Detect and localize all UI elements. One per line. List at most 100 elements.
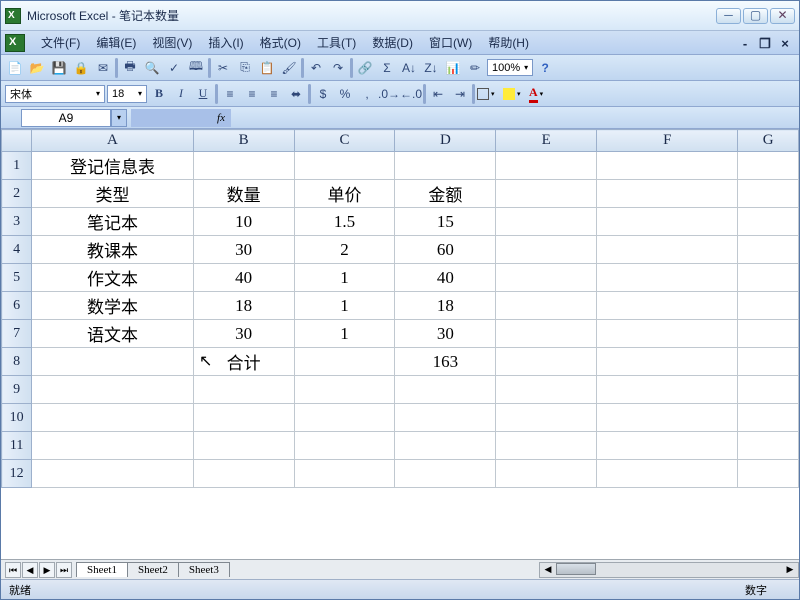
row-header[interactable]: 3 <box>2 208 32 236</box>
row-header[interactable]: 7 <box>2 320 32 348</box>
cell[interactable]: 单价 <box>294 180 395 208</box>
merge-center-icon[interactable]: ⬌ <box>286 84 306 104</box>
cell[interactable] <box>294 404 395 432</box>
cell[interactable] <box>294 432 395 460</box>
menu-tools[interactable]: 工具(T) <box>309 32 364 53</box>
dec-decimal-icon[interactable]: ←.0 <box>401 84 421 104</box>
cell[interactable]: 2 <box>294 236 395 264</box>
underline-button[interactable]: U <box>193 84 213 104</box>
cell[interactable] <box>597 320 738 348</box>
cell[interactable] <box>496 376 597 404</box>
cell[interactable]: 18 <box>395 292 496 320</box>
row-header[interactable]: 2 <box>2 180 32 208</box>
new-icon[interactable]: 📄 <box>5 58 25 78</box>
help-icon[interactable]: ? <box>535 58 555 78</box>
cell[interactable] <box>597 152 738 180</box>
close-button[interactable]: ✕ <box>770 8 795 24</box>
sheet-tab[interactable]: Sheet3 <box>178 562 230 577</box>
inc-indent-icon[interactable]: ⇥ <box>450 84 470 104</box>
cell[interactable] <box>496 320 597 348</box>
minimize-button[interactable]: ─ <box>716 8 741 24</box>
row-header[interactable]: 8 <box>2 348 32 376</box>
cell[interactable] <box>496 460 597 488</box>
col-header-E[interactable]: E <box>496 130 597 152</box>
sort-desc-icon[interactable]: Z↓ <box>421 58 441 78</box>
comma-icon[interactable]: , <box>357 84 377 104</box>
cell-grid[interactable]: A B C D E F G 1登记信息表 2类型数量单价金额 3笔记本101.5… <box>1 129 799 488</box>
cell[interactable] <box>597 432 738 460</box>
cell[interactable] <box>496 404 597 432</box>
cell[interactable] <box>496 208 597 236</box>
tab-last-icon[interactable]: ⏭ <box>56 562 72 578</box>
row-header[interactable]: 4 <box>2 236 32 264</box>
cell[interactable] <box>395 460 496 488</box>
cell[interactable] <box>738 236 799 264</box>
col-header-B[interactable]: B <box>193 130 294 152</box>
maximize-button[interactable]: ▢ <box>743 8 768 24</box>
col-header-C[interactable]: C <box>294 130 395 152</box>
cell[interactable] <box>294 152 395 180</box>
menu-edit[interactable]: 编辑(E) <box>88 32 144 53</box>
cell[interactable] <box>496 152 597 180</box>
cell[interactable]: 金额 <box>395 180 496 208</box>
bold-button[interactable]: B <box>149 84 169 104</box>
cell[interactable] <box>738 460 799 488</box>
cell[interactable]: 15 <box>395 208 496 236</box>
cell[interactable] <box>597 264 738 292</box>
tab-first-icon[interactable]: ⏮ <box>5 562 21 578</box>
name-dropdown[interactable]: ▾ <box>111 109 127 127</box>
cell[interactable] <box>395 376 496 404</box>
chart-icon[interactable]: 📊 <box>443 58 463 78</box>
cell[interactable] <box>738 348 799 376</box>
cell[interactable] <box>597 292 738 320</box>
row-header[interactable]: 12 <box>2 460 32 488</box>
align-center-icon[interactable]: ≡ <box>242 84 262 104</box>
cell[interactable] <box>193 376 294 404</box>
cell[interactable]: 数量 <box>193 180 294 208</box>
col-header-F[interactable]: F <box>597 130 738 152</box>
dec-indent-icon[interactable]: ⇤ <box>428 84 448 104</box>
mail-icon[interactable]: ✉ <box>93 58 113 78</box>
cell[interactable] <box>738 320 799 348</box>
row-header[interactable]: 5 <box>2 264 32 292</box>
cell[interactable] <box>597 208 738 236</box>
currency-icon[interactable]: $ <box>313 84 333 104</box>
row-header[interactable]: 6 <box>2 292 32 320</box>
cell[interactable]: 语文本 <box>32 320 193 348</box>
doc-minimize-button[interactable]: - <box>738 36 752 50</box>
cell[interactable] <box>738 432 799 460</box>
save-icon[interactable]: 💾 <box>49 58 69 78</box>
cell[interactable] <box>597 404 738 432</box>
cell[interactable] <box>496 264 597 292</box>
cell[interactable] <box>294 460 395 488</box>
cell[interactable]: 登记信息表 <box>32 152 193 180</box>
cell[interactable]: 1.5 <box>294 208 395 236</box>
font-name-box[interactable]: 宋体▾ <box>5 85 105 103</box>
cell[interactable] <box>496 432 597 460</box>
cell[interactable] <box>738 404 799 432</box>
cell[interactable] <box>294 348 395 376</box>
tab-next-icon[interactable]: ▶ <box>39 562 55 578</box>
select-all-corner[interactable] <box>2 130 32 152</box>
cell[interactable]: 30 <box>193 236 294 264</box>
cell[interactable]: 教课本 <box>32 236 193 264</box>
align-left-icon[interactable]: ≡ <box>220 84 240 104</box>
cell[interactable] <box>597 180 738 208</box>
menu-window[interactable]: 窗口(W) <box>421 32 480 53</box>
cell[interactable] <box>597 460 738 488</box>
cell[interactable]: 数学本 <box>32 292 193 320</box>
open-icon[interactable]: 📂 <box>27 58 47 78</box>
permission-icon[interactable]: 🔒 <box>71 58 91 78</box>
cut-icon[interactable]: ✂ <box>213 58 233 78</box>
fx-label[interactable]: fx <box>131 109 231 127</box>
sheet-tab[interactable]: Sheet2 <box>127 562 179 577</box>
cell[interactable]: 类型 <box>32 180 193 208</box>
cell[interactable] <box>395 404 496 432</box>
horizontal-scrollbar[interactable]: ◀▶ <box>539 562 799 578</box>
copy-icon[interactable]: ⎘ <box>235 58 255 78</box>
font-color-button[interactable]: A▾ <box>529 85 553 103</box>
menu-format[interactable]: 格式(O) <box>252 32 309 53</box>
research-icon[interactable]: 🕮 <box>186 58 206 78</box>
col-header-A[interactable]: A <box>32 130 193 152</box>
cell[interactable] <box>738 208 799 236</box>
